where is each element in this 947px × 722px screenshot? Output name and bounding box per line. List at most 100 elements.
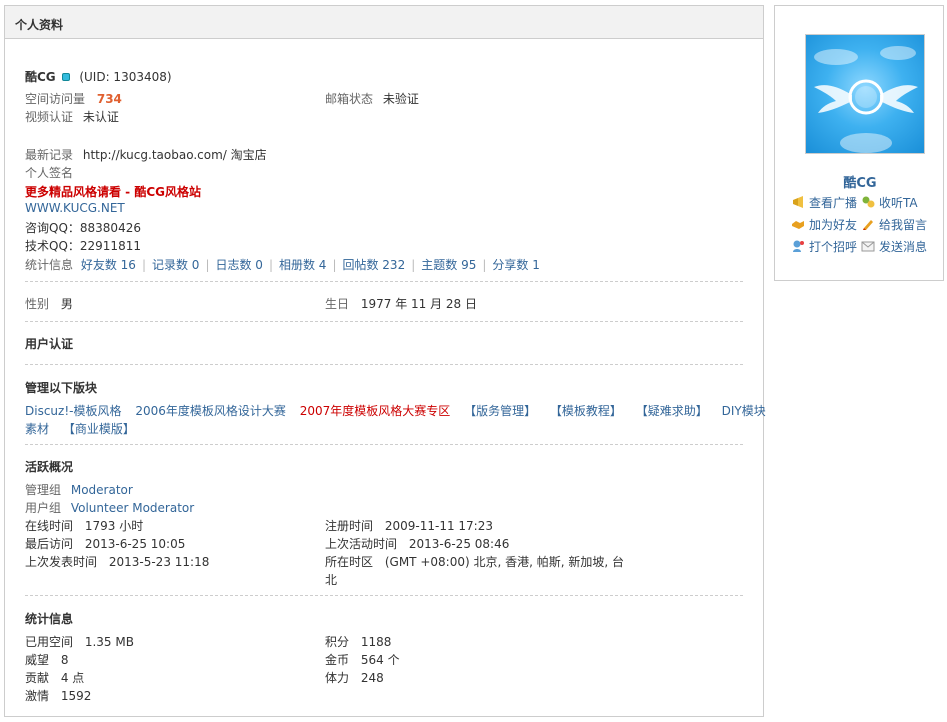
- latest-record-label: 最新记录: [25, 148, 74, 162]
- envelope-icon: [861, 241, 875, 252]
- signature-label: 个人签名: [25, 166, 74, 180]
- greet-button[interactable]: 打个招呼: [791, 238, 857, 255]
- stat-threads-link[interactable]: 主题数 95: [421, 258, 476, 272]
- latest-record-row: 最新记录 http://kucg.taobao.com/ 淘宝店: [25, 146, 267, 163]
- forum-link[interactable]: 【商业模版】: [63, 422, 135, 436]
- register-time-row: 注册时间 2009-11-11 17:23: [325, 517, 493, 534]
- signature-qq-consult: 咨询QQ：88380426: [25, 221, 141, 235]
- last-visit-label: 最后访问: [25, 537, 74, 551]
- megaphone-icon: [793, 196, 803, 208]
- admin-group-link[interactable]: Moderator: [71, 483, 133, 497]
- add-friend-button[interactable]: 加为好友: [791, 216, 857, 233]
- gender-label: 性别: [25, 297, 50, 311]
- admin-group-row: 管理组 Moderator: [25, 481, 133, 498]
- last-visit-value: 2013-6-25 10:05: [84, 537, 186, 551]
- username-link[interactable]: 酷CG: [25, 70, 56, 84]
- stamina-row: 体力 248: [325, 669, 384, 686]
- online-time-row: 在线时间 1793 小时: [25, 517, 143, 534]
- gender-row: 性别 男: [25, 295, 73, 312]
- register-time-label: 注册时间: [325, 519, 374, 533]
- prestige-row: 威望 8: [25, 651, 68, 668]
- contribution-label: 贡献: [25, 671, 50, 685]
- forum-link[interactable]: 2007年度模板风格大赛专区: [300, 404, 451, 418]
- pencil-icon: [863, 220, 873, 230]
- moderated-forums-line2: 素材 【商业模版】: [25, 420, 135, 437]
- handshake-icon: [792, 221, 804, 229]
- timezone-value-wrap: 北: [325, 573, 338, 587]
- last-post-row: 上次发表时间 2013-5-23 11:18: [25, 553, 209, 570]
- gold-label: 金币: [325, 653, 350, 667]
- stat-separator: |: [268, 258, 273, 272]
- send-message-button[interactable]: 发送消息: [861, 238, 927, 255]
- last-active-row: 上次活动时间 2013-6-25 08:46: [325, 535, 509, 552]
- follow-icon: [862, 196, 875, 208]
- last-active-label: 上次活动时间: [325, 537, 398, 551]
- passion-row: 激情 1592: [25, 687, 91, 704]
- contribution-row: 贡献 4 点: [25, 669, 84, 686]
- user-sidebar: 酷CG 查看广播 收听TA 加为好友 给我留言 打个招呼 发送消息: [774, 5, 944, 281]
- last-post-value: 2013-5-23 11:18: [108, 555, 210, 569]
- online-time-value: 1793 小时: [84, 519, 144, 533]
- space-visits-value: 734: [96, 92, 122, 106]
- user-group-row: 用户组 Volunteer Moderator: [25, 499, 194, 516]
- user-group-link[interactable]: Volunteer Moderator: [71, 501, 194, 515]
- view-broadcast-button[interactable]: 查看广播: [791, 194, 857, 211]
- stat-separator: |: [205, 258, 210, 272]
- section-divider: [25, 364, 743, 365]
- avatar[interactable]: [805, 34, 925, 154]
- admin-group-label: 管理组: [25, 483, 62, 497]
- signature-qq-tech: 技术QQ：22911811: [25, 239, 141, 253]
- signature-website-link[interactable]: WWW.KUCG.NET: [25, 201, 125, 215]
- last-active-value: 2013-6-25 08:46: [408, 537, 510, 551]
- section-divider: [25, 595, 743, 596]
- stat-replies-link[interactable]: 回帖数 232: [342, 258, 405, 272]
- timezone-value: (GMT +08:00) 北京, 香港, 帕斯, 新加坡, 台: [384, 555, 624, 569]
- gold-row: 金币 564 个: [325, 651, 400, 668]
- credits-value: 1188: [360, 635, 392, 649]
- timezone-row: 所在时区 (GMT +08:00) 北京, 香港, 帕斯, 新加坡, 台: [325, 553, 624, 570]
- last-post-label: 上次发表时间: [25, 555, 98, 569]
- forum-link[interactable]: 【模板教程】: [550, 404, 622, 418]
- birthday-row: 生日 1977 年 11 月 28 日: [325, 295, 477, 312]
- stat-albums-link[interactable]: 相册数 4: [279, 258, 326, 272]
- stats-row: 统计信息 好友数 16 | 记录数 0 | 日志数 0 | 相册数 4 | 回帖数 232 | 主题…: [25, 256, 540, 273]
- contribution-value: 4 点: [60, 671, 85, 685]
- moderated-forums-title: 管理以下版块: [25, 381, 98, 395]
- video-auth-row: 视频认证 未认证: [25, 108, 119, 125]
- greet-icon: [793, 240, 804, 252]
- leave-message-button[interactable]: 给我留言: [861, 216, 927, 233]
- user-group-label: 用户组: [25, 501, 62, 515]
- stat-separator: |: [411, 258, 416, 272]
- section-divider: [25, 321, 743, 322]
- view-broadcast-label: 查看广播: [809, 196, 858, 210]
- stat-separator: |: [332, 258, 337, 272]
- forum-link[interactable]: 素材: [25, 422, 49, 436]
- video-auth-value: 未认证: [82, 110, 119, 124]
- birthday-value: 1977 年 11 月 28 日: [360, 297, 477, 311]
- forum-link[interactable]: 【版务管理】: [464, 404, 536, 418]
- stat-records-link[interactable]: 记录数 0: [152, 258, 199, 272]
- stat-blogs-link[interactable]: 日志数 0: [215, 258, 262, 272]
- online-status-icon: [61, 73, 70, 81]
- forum-link[interactable]: 2006年度模板风格设计大赛: [135, 404, 286, 418]
- avatar-logo-icon: [814, 46, 918, 153]
- forum-link[interactable]: DIY模块: [722, 404, 766, 418]
- sidebar-username-link[interactable]: 酷CG: [775, 172, 945, 191]
- stat-shares-link[interactable]: 分享数 1: [492, 258, 539, 272]
- statistics-title: 统计信息: [25, 612, 74, 626]
- panel-title: 个人资料: [5, 6, 763, 39]
- stat-friends-link[interactable]: 好友数 16: [81, 258, 136, 272]
- stamina-value: 248: [360, 671, 384, 685]
- follow-button[interactable]: 收听TA: [861, 194, 918, 211]
- stats-label: 统计信息: [25, 258, 74, 272]
- forum-link[interactable]: 【疑难求助】: [636, 404, 708, 418]
- profile-header: 酷CG (UID: 1303408): [25, 68, 172, 85]
- section-divider: [25, 444, 743, 445]
- email-status-row: 邮箱状态 未验证: [325, 90, 419, 107]
- birthday-label: 生日: [325, 297, 350, 311]
- signature-link-line[interactable]: 更多精品风格请看 - 酷CG风格站: [25, 183, 201, 200]
- section-divider: [25, 281, 743, 282]
- video-auth-label: 视频认证: [25, 110, 74, 124]
- forum-link[interactable]: Discuz!-模板风格: [25, 404, 121, 418]
- stamina-label: 体力: [325, 671, 350, 685]
